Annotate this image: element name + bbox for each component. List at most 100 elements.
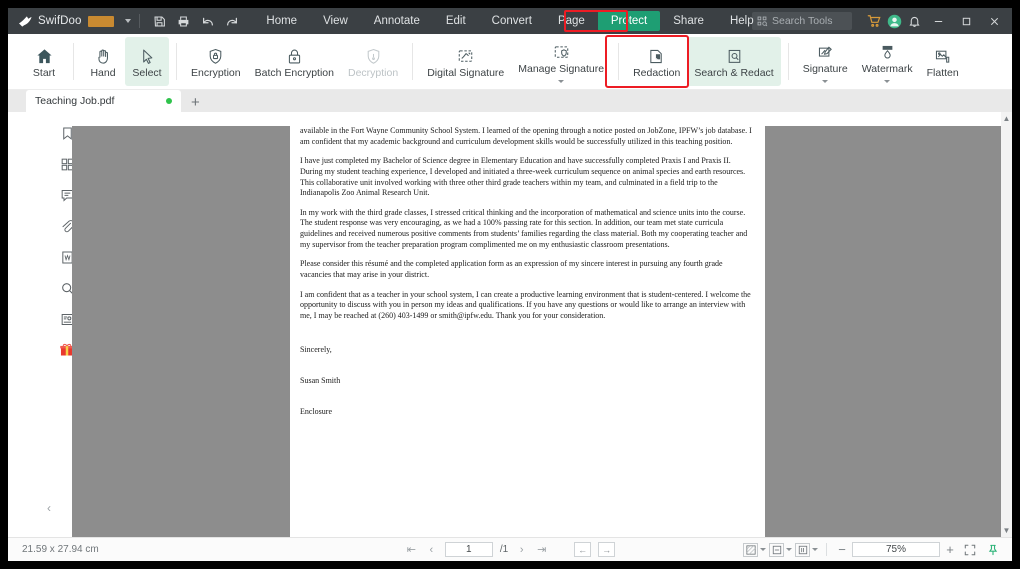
menu-item-protect[interactable]: Protect [597, 11, 661, 31]
ribbon-batch-encryption-button[interactable]: Batch Encryption [248, 37, 341, 86]
ribbon-select-button[interactable]: Select [125, 37, 169, 86]
bell-icon[interactable] [904, 11, 924, 31]
previous-page-button[interactable]: ‹ [425, 544, 438, 556]
swifdoo-bird-logo-icon [18, 15, 33, 28]
signature-icon [817, 40, 834, 61]
last-page-button[interactable]: ⇥ [535, 543, 548, 556]
document-closing: Sincerely, [300, 345, 332, 355]
ribbon-search-and-redact-label: Search & Redact [694, 66, 774, 79]
ribbon-hand-button[interactable]: Hand [81, 37, 125, 86]
ribbon-decryption-label: Decryption [348, 66, 399, 79]
next-page-button[interactable]: › [515, 544, 528, 556]
menu-item-convert[interactable]: Convert [479, 11, 545, 31]
ribbon-digital-signature-button[interactable]: Digital Signature [420, 37, 511, 86]
ribbon-encryption-button[interactable]: Encryption [184, 37, 248, 86]
left-sidebar: ‹ [26, 112, 90, 537]
ribbon-signature-button[interactable]: Signature [796, 37, 855, 86]
ribbon-redaction-button[interactable]: Redaction [626, 37, 687, 86]
first-page-button[interactable]: ⇤ [405, 543, 418, 556]
ribbon-start-label: Start [32, 66, 56, 79]
vertical-scrollbar[interactable]: ▲ ▼ [1001, 112, 1012, 537]
ribbon-decryption-button[interactable]: Decryption [341, 37, 405, 86]
manage-signature-icon [553, 40, 570, 61]
undo-icon[interactable] [196, 10, 220, 32]
search-tools-placeholder: Search Tools [772, 15, 833, 27]
page-number-input[interactable]: 1 [444, 542, 493, 557]
document-paragraph: In my work with the third grade classes,… [300, 207, 748, 249]
document-paragraph: Please consider this résumé and the comp… [300, 259, 723, 279]
menu-item-share[interactable]: Share [660, 11, 717, 31]
chevron-down-icon[interactable] [124, 19, 131, 23]
document-enclosure: Enclosure [300, 406, 332, 416]
menu-item-edit[interactable]: Edit [433, 11, 479, 31]
menu-item-annotate[interactable]: Annotate [361, 11, 433, 31]
cart-icon[interactable] [864, 11, 884, 31]
ribbon-signature-label: Signature [802, 62, 848, 75]
ribbon-hand-label: Hand [90, 66, 116, 79]
status-bar: 21.59 x 27.94 cm ⇤ ‹ 1 /1 › ⇥ ← → − 75% … [8, 537, 1012, 561]
redaction-icon [648, 44, 665, 65]
brand-name: SwifDoo [38, 15, 82, 27]
divider [787, 43, 789, 80]
scroll-down-arrow[interactable]: ▼ [1003, 526, 1011, 535]
cursor-icon [139, 44, 156, 65]
close-button[interactable] [980, 8, 1008, 34]
maximize-button[interactable] [952, 8, 980, 34]
document-viewer[interactable]: 1 ▲ available in the Fort Wayne Communit… [72, 112, 1012, 537]
divider [412, 43, 414, 80]
document-signature-name: Susan Smith [300, 376, 341, 385]
save-icon[interactable] [148, 10, 172, 32]
chevron-down-icon[interactable] [558, 80, 565, 84]
titlebar-right-group: Search Tools [752, 8, 1012, 34]
pdf-page[interactable]: available in the Fort Wayne Community Sc… [290, 112, 765, 537]
ribbon-watermark-button[interactable]: Watermark [855, 37, 920, 86]
divider [73, 43, 74, 80]
hand-icon [95, 44, 112, 65]
padlock-icon [286, 44, 303, 65]
ribbon-start-button[interactable]: Start [22, 37, 66, 86]
ribbon-watermark-label: Watermark [861, 62, 913, 75]
ribbon-flatten-button[interactable]: Flatten [920, 37, 966, 86]
ribbon-manage-signature-button[interactable]: Manage Signature [511, 37, 611, 86]
account-icon[interactable] [884, 11, 904, 31]
chevron-down-icon[interactable] [822, 80, 829, 84]
document-tab[interactable]: Teaching Job.pdf [26, 90, 181, 112]
document-paragraph: available in the Fort Wayne Community Sc… [300, 126, 752, 146]
redo-icon[interactable] [220, 10, 244, 32]
ribbon-manage-signature-label: Manage Signature [518, 62, 605, 75]
shield-lock-icon [207, 44, 224, 65]
digital-signature-icon [457, 44, 474, 65]
scroll-up-arrow[interactable]: ▲ [1003, 114, 1011, 123]
ribbon-select-label: Select [132, 66, 162, 79]
document-paragraph: I have just completed my Bachelor of Sci… [300, 156, 746, 198]
unsaved-indicator-dot [166, 98, 172, 104]
sidebar-collapse-button[interactable]: ‹ [26, 501, 72, 515]
title-bar: SwifDoo Home View Annotate Edit Convert … [8, 8, 1012, 34]
document-tab-strip: Teaching Job.pdf + [8, 90, 1012, 112]
menu-item-help[interactable]: Help [717, 11, 767, 31]
shield-unlock-icon [365, 44, 382, 65]
divider [176, 43, 177, 80]
ribbon-toolbar: Start Hand Select Encryption Batch Encry… [8, 34, 1012, 90]
chevron-down-icon[interactable] [884, 80, 891, 84]
menu-item-home[interactable]: Home [253, 11, 310, 31]
page-navigation-group: ⇤ ‹ 1 /1 › ⇥ ← → [8, 542, 1012, 557]
menu-item-view[interactable]: View [310, 11, 361, 31]
left-rail-spacer [8, 112, 26, 537]
ribbon-flatten-label: Flatten [926, 66, 959, 79]
divider [138, 14, 140, 28]
search-tools-input[interactable]: Search Tools [752, 12, 852, 30]
print-icon[interactable] [172, 10, 196, 32]
new-tab-button[interactable]: + [181, 95, 210, 112]
app-logo-group[interactable]: SwifDoo [8, 15, 131, 28]
navigate-forward-button[interactable]: → [598, 542, 616, 557]
application-window: SwifDoo Home View Annotate Edit Convert … [8, 8, 1012, 561]
minimize-button[interactable] [924, 8, 952, 34]
ribbon-batch-encryption-label: Batch Encryption [254, 66, 334, 79]
menu-item-page[interactable]: Page [545, 11, 598, 31]
redacted-badge [87, 15, 114, 27]
navigate-back-button[interactable]: ← [574, 542, 592, 557]
main-body: ‹ 1 ▲ available in the Fort Wayne Commun… [8, 112, 1012, 537]
page-total-label: /1 [499, 544, 509, 555]
ribbon-search-and-redact-button[interactable]: Search & Redact [687, 37, 781, 86]
